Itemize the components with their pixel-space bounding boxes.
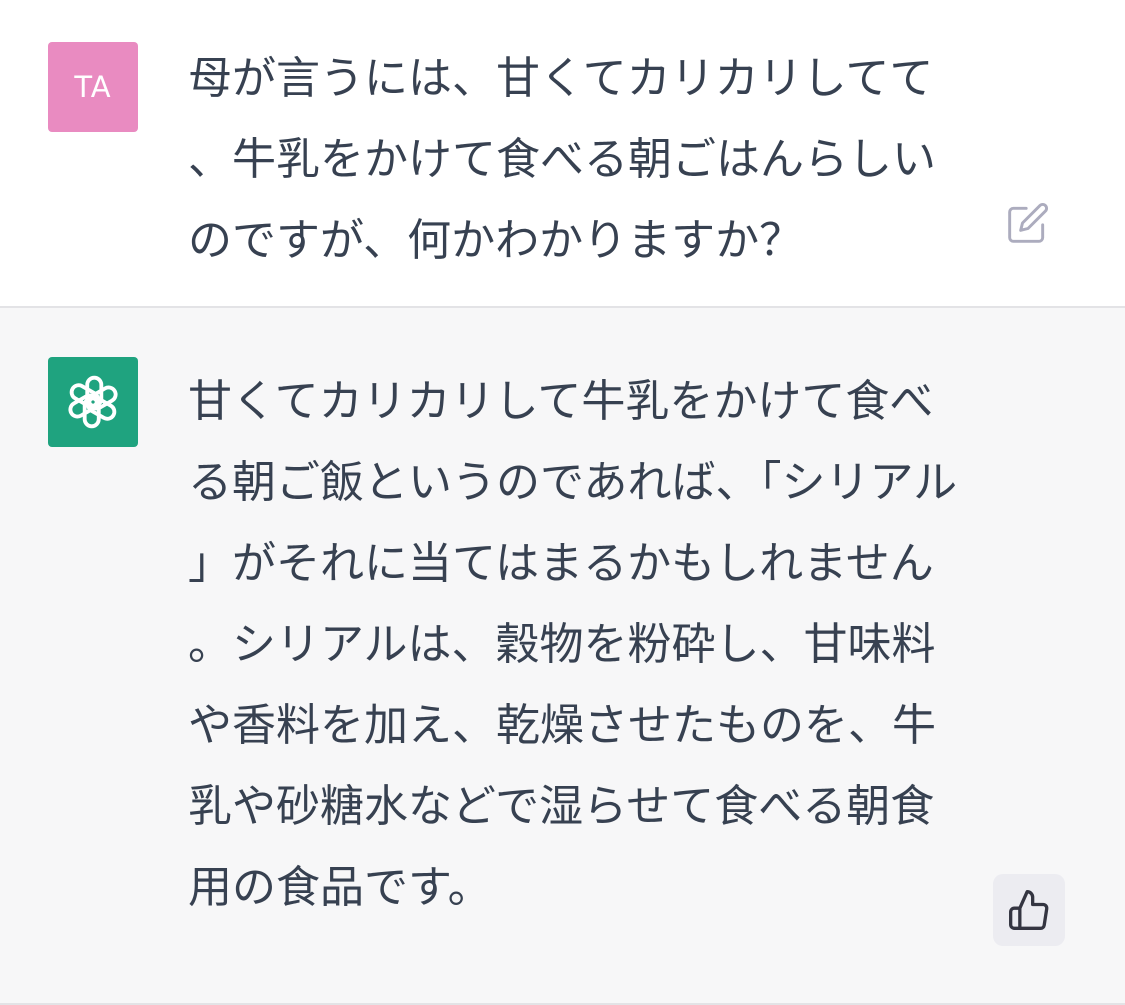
user-avatar-initials: TA <box>74 70 112 104</box>
user-avatar: TA <box>48 42 138 132</box>
user-message: TA 母が言うには、甘くてカリカリしてて、牛乳をかけて食べる朝ごはんらしいのです… <box>0 0 1125 306</box>
edit-message-button[interactable] <box>1003 198 1053 248</box>
assistant-avatar <box>48 357 138 447</box>
edit-icon <box>1008 203 1048 243</box>
assistant-message-text: 甘くてカリカリして牛乳をかけて食べる朝ご飯というのであれば、「シリアル」がそれに… <box>188 376 958 913</box>
thumbs-up-button[interactable] <box>993 874 1065 946</box>
thumbs-up-icon <box>1009 890 1049 930</box>
conversation-thread: TA 母が言うには、甘くてカリカリしてて、牛乳をかけて食べる朝ごはんらしいのです… <box>0 0 1125 1005</box>
user-message-text: 母が言うには、甘くてカリカリしてて、牛乳をかけて食べる朝ごはんらしいのですが、何… <box>188 53 936 266</box>
openai-logo-icon <box>68 375 118 429</box>
assistant-message: 甘くてカリカリして牛乳をかけて食べる朝ご飯というのであれば、「シリアル」がそれに… <box>0 308 1125 1005</box>
